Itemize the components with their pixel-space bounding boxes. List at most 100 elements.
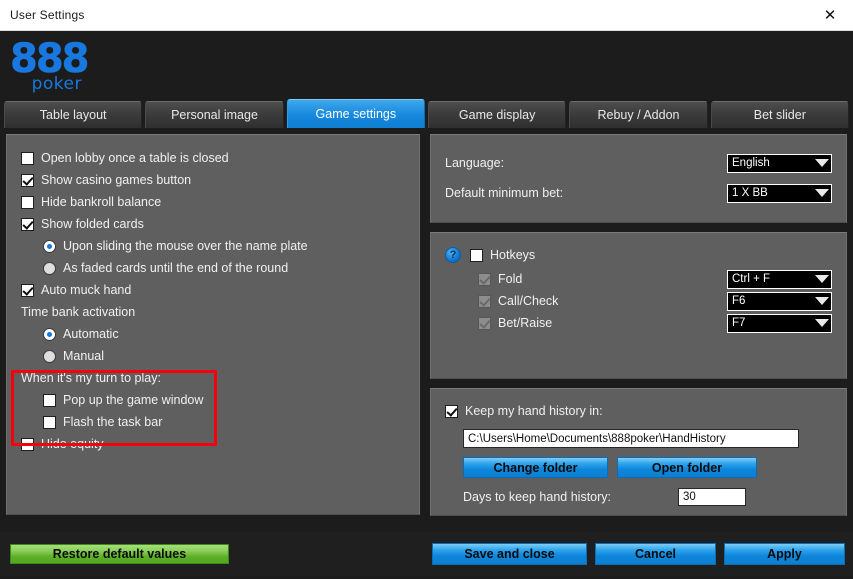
turn-to-play-heading: When it's my turn to play: <box>21 371 161 385</box>
checkbox-label: Auto muck hand <box>41 283 132 297</box>
language-dropdown[interactable]: English <box>727 153 832 173</box>
checkbox-show-casino-games[interactable]: Show casino games button <box>21 169 405 191</box>
checkbox-label: Hide bankroll balance <box>41 195 162 209</box>
checkbox-open-lobby[interactable]: Open lobby once a table is closed <box>21 147 405 169</box>
min-bet-row: Default minimum bet: 1 X BB <box>445 180 832 206</box>
checkbox-label: Flash the task bar <box>63 415 163 429</box>
radio-dot <box>43 261 56 275</box>
hotkey-dropdown-call-check[interactable]: F6 <box>727 291 832 311</box>
radio-upon-sliding-mouse[interactable]: Upon sliding the mouse over the name pla… <box>21 235 405 257</box>
tab-label: Personal image <box>171 108 258 122</box>
checkbox-box <box>43 415 56 429</box>
window-title: User Settings <box>10 8 85 22</box>
language-value: English <box>732 157 770 169</box>
tab-label: Bet slider <box>753 108 806 122</box>
radio-as-faded-cards[interactable]: As faded cards until the end of the roun… <box>21 257 405 279</box>
checkbox-hide-bankroll-balance[interactable]: Hide bankroll balance <box>21 191 405 213</box>
days-to-keep-label: Days to keep hand history: <box>463 490 611 504</box>
tab-bet-slider[interactable]: Bet slider <box>710 101 849 128</box>
checkbox-label: Keep my hand history in: <box>465 404 603 418</box>
checkbox-box <box>21 195 34 209</box>
language-panel: Language: English Default minimum bet: 1… <box>430 134 847 223</box>
settings-tab-bar: Table layout Personal image Game setting… <box>0 99 853 128</box>
hotkey-value: F6 <box>732 295 746 307</box>
checkbox-show-folded-cards[interactable]: Show folded cards <box>21 213 405 235</box>
checkbox-box <box>445 404 458 418</box>
checkbox-hide-equity[interactable]: Hide equity <box>21 433 405 455</box>
language-label: Language: <box>445 156 505 170</box>
checkbox-label: Hide equity <box>41 437 104 451</box>
checkbox-label: Open lobby once a table is closed <box>41 151 229 165</box>
radio-label: As faded cards until the end of the roun… <box>63 261 289 275</box>
checkbox-box <box>478 294 491 308</box>
hand-history-path-value: C:\Users\Home\Documents\888poker\HandHis… <box>468 432 726 445</box>
tab-label: Game settings <box>315 107 397 121</box>
hotkey-row-fold[interactable]: Fold Ctrl + F <box>445 268 832 290</box>
days-to-keep-row: Days to keep hand history: 30 <box>463 488 832 506</box>
radio-label: Upon sliding the mouse over the name pla… <box>63 239 308 253</box>
tab-label: Table layout <box>39 108 107 122</box>
dialog-footer: Restore default values Save and close Ca… <box>0 532 853 576</box>
checkbox-box <box>478 316 491 330</box>
hotkey-value: F7 <box>732 317 746 329</box>
radio-time-bank-automatic[interactable]: Automatic <box>21 323 405 345</box>
tab-rebuy-addon[interactable]: Rebuy / Addon <box>569 101 708 128</box>
restore-default-values-button[interactable]: Restore default values <box>10 544 229 564</box>
checkbox-box <box>21 437 34 451</box>
brand-logo-area: 888 poker <box>0 31 853 99</box>
checkbox-box <box>21 283 34 297</box>
hotkey-row-bet-raise[interactable]: Bet/Raise F7 <box>445 312 832 334</box>
min-bet-label: Default minimum bet: <box>445 186 564 200</box>
checkbox-box <box>478 272 491 286</box>
tab-game-display[interactable]: Game display <box>427 101 567 128</box>
hotkey-dropdown-bet-raise[interactable]: F7 <box>727 313 832 333</box>
logo-888poker: 888 poker <box>10 36 90 95</box>
min-bet-dropdown[interactable]: 1 X BB <box>727 183 832 203</box>
checkbox-pop-up-game-window[interactable]: Pop up the game window <box>21 389 405 411</box>
time-bank-heading: Time bank activation <box>21 305 136 319</box>
settings-content: Open lobby once a table is closed Show c… <box>0 128 853 532</box>
checkbox-flash-task-bar[interactable]: Flash the task bar <box>21 411 405 433</box>
cancel-button[interactable]: Cancel <box>595 543 716 565</box>
tab-label: Rebuy / Addon <box>597 108 680 122</box>
checkbox-box[interactable] <box>470 248 483 262</box>
close-icon[interactable]: ✕ <box>807 0 853 30</box>
hotkey-label: Call/Check <box>498 294 559 308</box>
apply-button[interactable]: Apply <box>724 543 845 565</box>
logo-main-text: 888 <box>10 36 90 82</box>
tab-game-settings[interactable]: Game settings <box>286 99 425 128</box>
save-and-close-button[interactable]: Save and close <box>432 543 587 565</box>
checkbox-box <box>21 151 34 165</box>
days-to-keep-input[interactable]: 30 <box>678 488 746 506</box>
radio-dot <box>43 349 56 363</box>
chevron-down-icon <box>815 189 829 197</box>
window-title-bar: User Settings ✕ <box>0 0 853 31</box>
right-column: Language: English Default minimum bet: 1… <box>430 134 847 532</box>
days-to-keep-value: 30 <box>683 491 696 503</box>
app-body: 888 poker Table layout Personal image Ga… <box>0 31 853 579</box>
chevron-down-icon <box>815 297 829 305</box>
hotkey-value: Ctrl + F <box>732 273 771 285</box>
hotkeys-header: ? Hotkeys <box>445 245 832 265</box>
checkbox-box <box>43 393 56 407</box>
radio-label: Automatic <box>63 327 119 341</box>
chevron-down-icon <box>815 275 829 283</box>
tab-table-layout[interactable]: Table layout <box>4 101 143 128</box>
hotkey-dropdown-fold[interactable]: Ctrl + F <box>727 269 832 289</box>
checkbox-auto-muck-hand[interactable]: Auto muck hand <box>21 279 405 301</box>
radio-dot <box>43 327 56 341</box>
help-icon[interactable]: ? <box>445 247 461 263</box>
tab-personal-image[interactable]: Personal image <box>145 101 284 128</box>
open-folder-button[interactable]: Open folder <box>617 457 757 478</box>
change-folder-button[interactable]: Change folder <box>463 457 608 478</box>
hotkeys-label: Hotkeys <box>490 248 536 262</box>
footer-action-buttons: Save and close Cancel Apply <box>432 543 845 565</box>
checkbox-label: Show casino games button <box>41 173 192 187</box>
checkbox-keep-hand-history[interactable]: Keep my hand history in: <box>445 400 832 422</box>
radio-time-bank-manual[interactable]: Manual <box>21 345 405 367</box>
hotkey-row-call-check[interactable]: Call/Check F6 <box>445 290 832 312</box>
checkbox-label: Show folded cards <box>41 217 144 231</box>
radio-dot <box>43 239 56 253</box>
checkbox-label: Pop up the game window <box>63 393 204 407</box>
hand-history-path-input[interactable]: C:\Users\Home\Documents\888poker\HandHis… <box>463 429 799 448</box>
